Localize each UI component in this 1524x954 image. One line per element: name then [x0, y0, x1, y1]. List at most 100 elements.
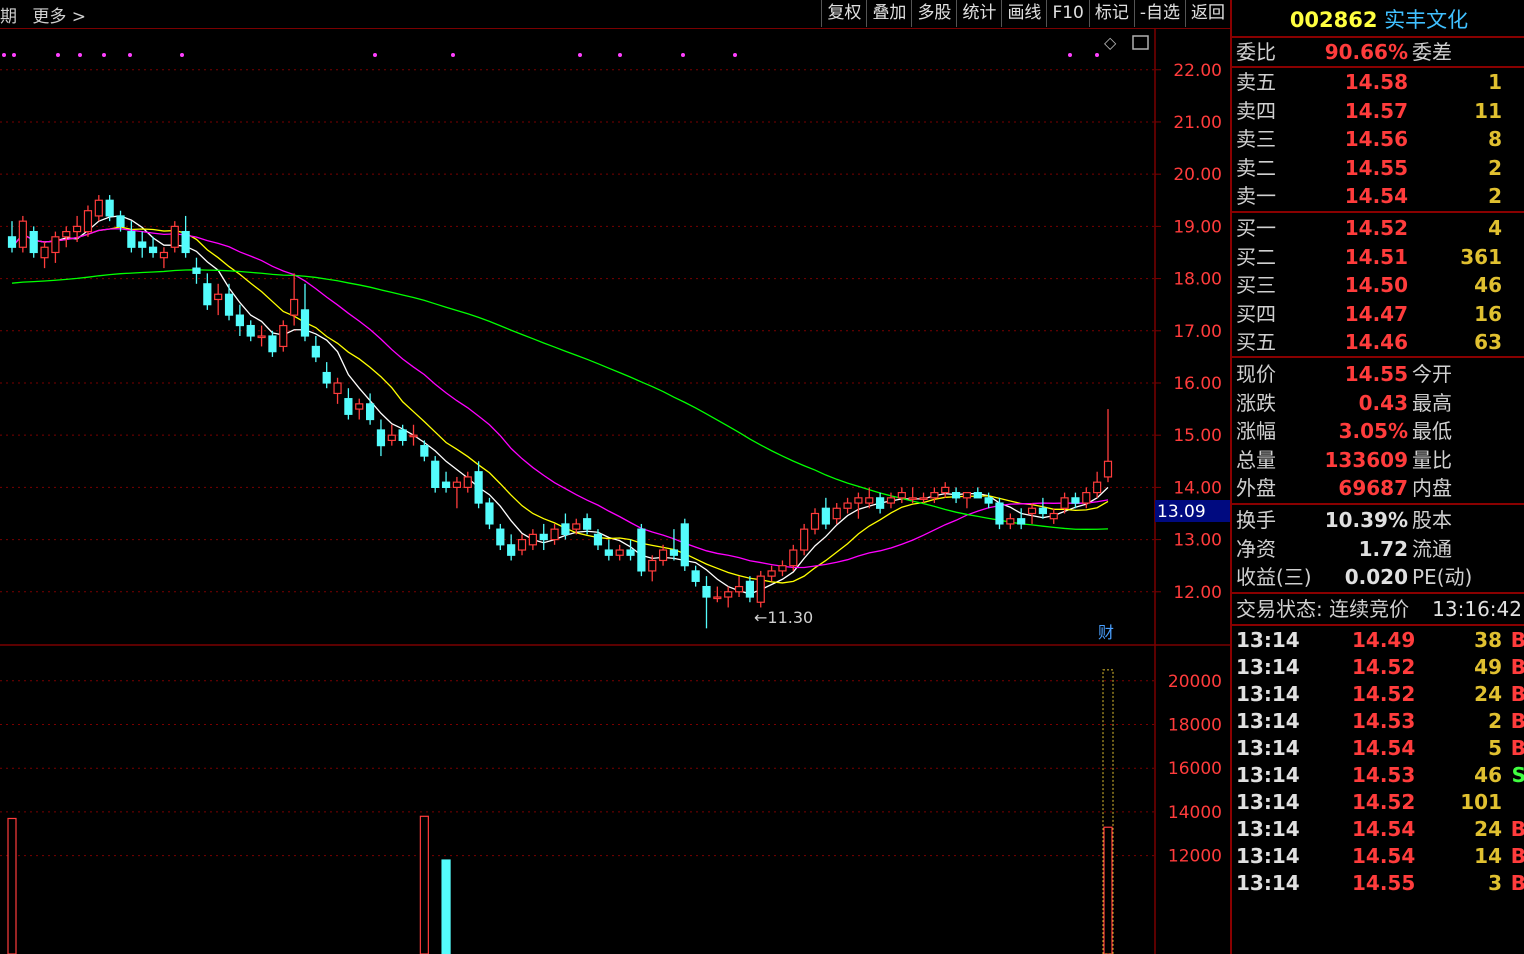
more-menu[interactable]: 更多 >	[32, 7, 86, 27]
sell-level-price: 14.58	[1344, 70, 1408, 94]
buy-level-price: 14.50	[1344, 273, 1408, 298]
stock-name[interactable]: 实丰文化	[1384, 8, 1468, 32]
candle-body	[127, 230, 136, 248]
diamond-icon[interactable]: ◇	[1104, 33, 1117, 52]
candle-body	[485, 502, 494, 525]
signal-dot	[1095, 53, 1099, 57]
tick-volume: 38	[1474, 628, 1502, 652]
toolbar-statistics-button[interactable]: 统计	[956, 0, 1001, 27]
volume-bars-group	[7, 669, 1114, 954]
low-price-value: 11.30	[767, 608, 813, 627]
signal-dot	[2, 53, 6, 57]
buy-level-volume: 4	[1488, 216, 1502, 240]
tick-side: B	[1511, 680, 1524, 708]
signal-dot	[180, 53, 184, 57]
tick-time: 13:14	[1236, 628, 1300, 652]
kline-chart[interactable]: 22.00 21.00 20.00 19.00 18.00 17.00 16.00 15.00…	[0, 28, 1230, 954]
candle-body	[1082, 492, 1091, 504]
tick-time: 13:14	[1236, 763, 1300, 787]
toolbar-draw-line-button[interactable]: 画线	[1001, 0, 1046, 27]
toolbar-watchlist-remove-button[interactable]: -自选	[1133, 0, 1185, 27]
tick-side: B	[1511, 815, 1524, 843]
toolbar-overlay-button[interactable]: 叠加	[866, 0, 911, 27]
candle-body	[919, 497, 928, 500]
buy-level-volume: 46	[1474, 273, 1502, 298]
buy-level-price: 14.46	[1344, 330, 1408, 355]
volume-tick-label: 14000	[1168, 803, 1222, 823]
period-label[interactable]: 期	[0, 7, 17, 27]
candle-body	[409, 434, 418, 438]
signal-dot	[78, 53, 82, 57]
chart-toolbar: 复权 叠加 多股 统计 画线 F10 标记 -自选 返回	[821, 0, 1230, 28]
candle-body	[235, 314, 244, 327]
quote-label: 现价	[1236, 362, 1276, 386]
weibi-row: 委比 90.66% 委差	[1232, 38, 1524, 66]
finance-badge[interactable]: 财	[1098, 623, 1114, 642]
candle-body	[322, 371, 331, 384]
price-tick-label: 22.00	[1173, 61, 1222, 81]
price-tick-label: 16.00	[1173, 374, 1222, 394]
candle-body	[7, 236, 17, 248]
candle-body	[832, 507, 841, 520]
price-tick-label: 20.00	[1173, 165, 1222, 185]
quote-label: 涨幅	[1236, 419, 1276, 444]
quote-label: 收益(三)	[1236, 565, 1312, 590]
candle-body	[550, 528, 559, 541]
candle-body	[387, 434, 396, 442]
buy-level-volume: 361	[1460, 244, 1502, 269]
weibi-label: 委比	[1236, 40, 1276, 64]
volume-tick-label: 12000	[1168, 847, 1222, 867]
tick-price: 14.54	[1352, 844, 1416, 868]
candle-body	[1071, 497, 1080, 504]
quote-row: 收益(三) 0.020 PE(动)	[1232, 563, 1524, 591]
candle-body	[658, 549, 668, 562]
sell-level-volume: 11	[1474, 98, 1502, 123]
candle-body	[713, 596, 722, 600]
price-tick-label: 13.00	[1173, 531, 1222, 551]
quote-row: 总量 133609 量比	[1232, 446, 1524, 474]
toolbar-f10-button[interactable]: F10	[1046, 0, 1088, 27]
sell-level-label: 卖一	[1236, 184, 1276, 209]
candle-body	[496, 528, 505, 546]
tick-row: 13:14 14.53 46 S	[1232, 761, 1524, 789]
candle-body	[962, 492, 972, 499]
buy-level-row: 买二 14.51 361	[1232, 243, 1524, 271]
tick-side: B	[1511, 653, 1524, 681]
sell-level-row: 卖二 14.55 2	[1232, 154, 1524, 182]
sell-level-label: 卖三	[1236, 127, 1276, 152]
candle-body	[767, 570, 776, 577]
toolbar-mark-button[interactable]: 标记	[1088, 0, 1134, 27]
toolbar-back-button[interactable]: 返回	[1185, 0, 1230, 27]
period-menu[interactable]: 期 更多 >	[0, 2, 96, 27]
candle-body	[821, 507, 830, 525]
toolbar-fuquan-button[interactable]: 复权	[821, 0, 866, 27]
volume-tick-label: 20000	[1168, 672, 1222, 692]
signal-dot	[128, 53, 132, 57]
separator	[1232, 211, 1524, 213]
candle-body	[40, 246, 49, 259]
candle-body	[116, 215, 125, 227]
quote-label: 涨跌	[1236, 390, 1276, 415]
candle-body	[626, 549, 635, 556]
tick-row: 13:14 14.54 5 B	[1232, 734, 1524, 762]
candle-body	[94, 199, 103, 217]
volume-tick-label: 16000	[1168, 759, 1222, 779]
window-toggle-icon[interactable]	[1132, 35, 1149, 50]
toolbar-multi-stock-button[interactable]: 多股	[911, 0, 956, 27]
candle-body	[311, 345, 320, 358]
buy-level-label: 买四	[1236, 301, 1276, 326]
candle-body	[431, 460, 440, 488]
candle-body	[984, 497, 993, 504]
candle-body	[376, 429, 386, 447]
tick-side: B	[1511, 734, 1524, 762]
tick-side: B	[1511, 869, 1524, 897]
tick-row: 13:14 14.52 49 B	[1232, 653, 1524, 681]
sell-level-price: 14.56	[1344, 127, 1408, 152]
tick-volume: 14	[1474, 844, 1502, 868]
tick-row: 13:14 14.55 3 B	[1232, 869, 1524, 897]
weibi-value: 90.66%	[1324, 40, 1408, 64]
candle-body	[398, 429, 407, 442]
sell-level-label: 卖五	[1236, 70, 1276, 94]
candle-body	[572, 523, 581, 530]
candles-group	[7, 195, 1113, 629]
